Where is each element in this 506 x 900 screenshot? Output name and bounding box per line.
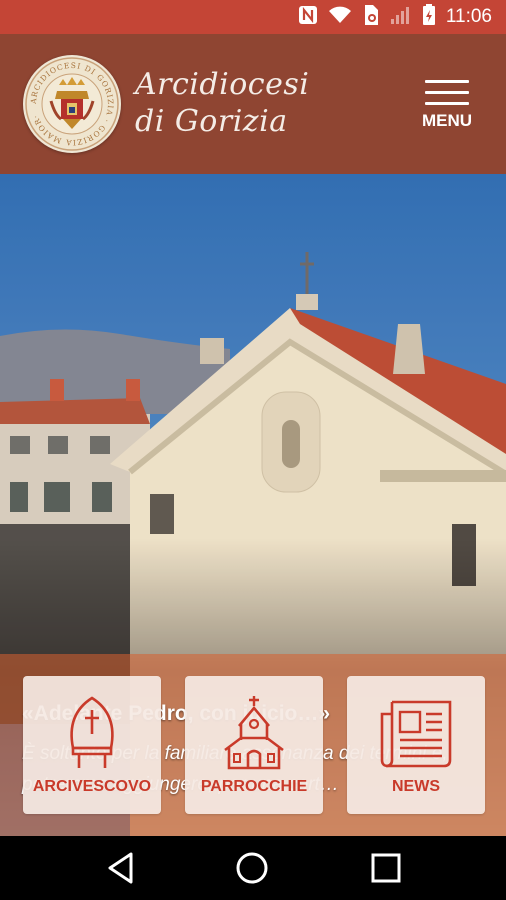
tile-label: NEWS xyxy=(392,778,440,795)
signal-icon xyxy=(390,5,412,29)
home-icon xyxy=(236,852,268,884)
back-button[interactable] xyxy=(104,850,144,886)
church-icon xyxy=(224,696,284,770)
menu-button[interactable]: MENU xyxy=(412,74,482,140)
tile-label: PARROCCHIE xyxy=(200,778,308,795)
battery-icon xyxy=(422,4,436,30)
app-header: ARCIDIOCESI DI GORIZIA · GORIZIA MAIOR· … xyxy=(0,34,506,174)
recents-button[interactable] xyxy=(368,850,408,886)
tile-arcivescovo[interactable]: ARCIVESCOVO xyxy=(23,676,161,814)
recents-icon xyxy=(371,853,401,883)
clock: 11:06 xyxy=(445,6,492,27)
nfc-icon xyxy=(298,5,318,29)
status-bar: 11:06 xyxy=(0,0,506,34)
menu-label: MENU xyxy=(421,111,473,130)
app-title: Arcidiocesi di Gorizia xyxy=(135,66,309,140)
data-saver-icon xyxy=(362,4,380,30)
android-navigation-bar xyxy=(0,836,506,900)
tile-parrocchie[interactable]: PARROCCHIE xyxy=(185,676,323,814)
title-line-1: Arcidiocesi xyxy=(135,67,310,102)
home-button[interactable] xyxy=(234,850,274,886)
tile-label: ARCIVESCOVO xyxy=(32,778,152,795)
newspaper-icon xyxy=(380,700,452,768)
archdiocese-seal-logo[interactable]: ARCIDIOCESI DI GORIZIA · GORIZIA MAIOR· xyxy=(23,55,121,153)
status-icons: 11:06 xyxy=(298,4,492,30)
back-icon xyxy=(108,852,133,884)
title-line-2: di Gorizia xyxy=(135,104,288,139)
hamburger-icon xyxy=(425,80,469,105)
mitre-icon xyxy=(70,696,114,768)
shortcut-tiles: ARCIVESCOVO PARROCCHIE NEWS xyxy=(23,676,485,814)
wifi-icon xyxy=(328,5,352,29)
tile-news[interactable]: NEWS xyxy=(347,676,485,814)
